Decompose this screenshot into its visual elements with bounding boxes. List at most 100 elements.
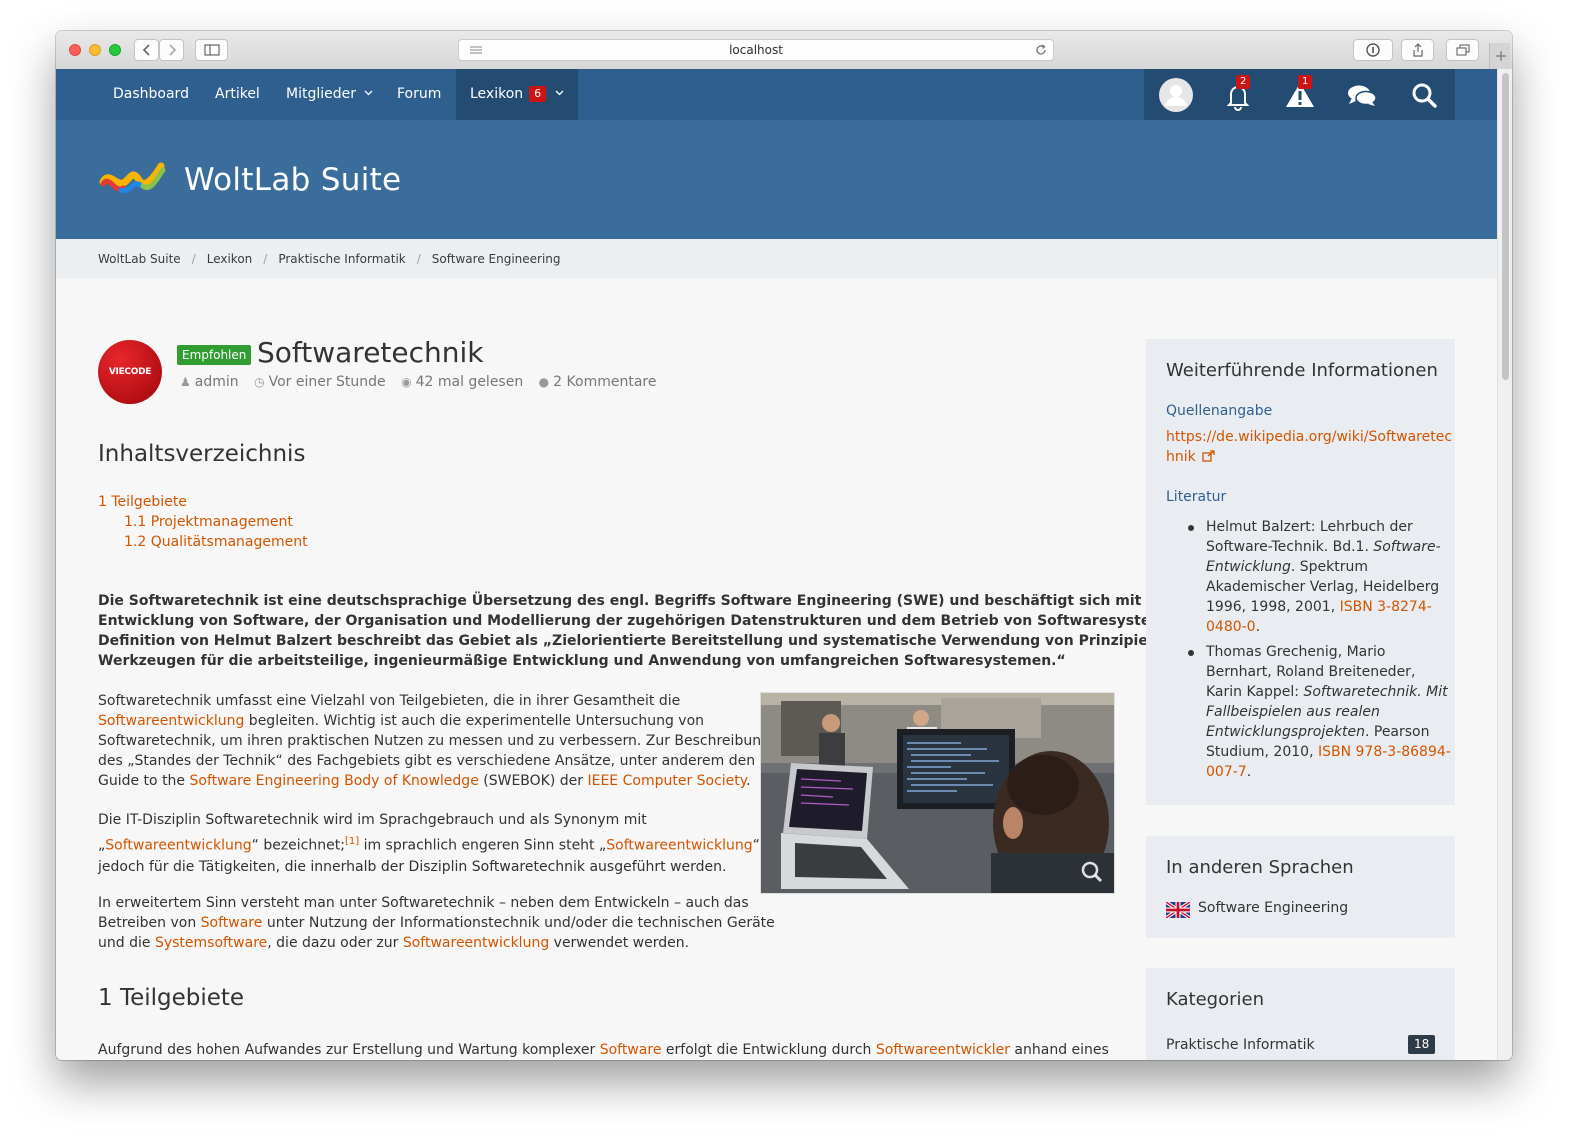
nav-item-forum[interactable]: Forum [397, 69, 441, 120]
article-meta: ♟ admin ◷ Vor einer Stunde ◉ 42 mal gelesen… [180, 374, 667, 390]
sidebar-icon [203, 44, 220, 56]
warnings-count-badge: 1 [1298, 75, 1313, 89]
back-button[interactable] [134, 39, 159, 61]
article-paragraph: Die IT-Disziplin Softwaretechnik wird im… [98, 812, 760, 875]
article-intro: Die Softwaretechnik ist eine deutschspra… [98, 593, 1311, 669]
chevron-right-icon [168, 44, 176, 56]
reader-icon [470, 46, 482, 54]
browser-toolbar: localhost [56, 31, 1512, 70]
author-link[interactable]: admin [195, 374, 239, 390]
chevron-down-icon [555, 90, 564, 96]
isbn-link[interactable]: ISBN 3-8274- [1340, 599, 1432, 615]
main-content: VIECODE Empfohlen Softwaretechnik ♟ admin… [56, 278, 1497, 1060]
address-bar[interactable]: localhost [458, 39, 1054, 61]
forward-button[interactable] [159, 39, 184, 61]
notifications-count-badge: 2 [1236, 75, 1251, 89]
article-paragraph: In erweitertem Sinn versteht man unter S… [98, 895, 775, 951]
breadcrumb-item[interactable]: Praktische Informatik [278, 252, 405, 266]
eye-icon: ◉ [401, 375, 412, 389]
share-button[interactable] [1401, 39, 1434, 61]
office-photo [761, 693, 1114, 893]
category-link[interactable]: Praktische Informatik [1166, 1035, 1315, 1055]
clock-icon: ◷ [254, 375, 265, 389]
language-link[interactable]: Software Engineering [1198, 898, 1348, 918]
breadcrumb-item[interactable]: Software Engineering [432, 252, 561, 266]
woltlab-logo-icon[interactable] [99, 158, 171, 202]
sidebar-languages-box: In anderen Sprachen Software Engineering [1146, 836, 1455, 938]
tabs-button[interactable] [1446, 39, 1479, 61]
search-icon[interactable] [1406, 77, 1442, 113]
isbn-link[interactable]: 007-7 [1206, 764, 1247, 780]
category-count-badge: 18 [1408, 1035, 1436, 1054]
article-link[interactable]: Softwareentwicklung [105, 838, 251, 854]
author-avatar[interactable]: VIECODE [98, 340, 162, 404]
sidebar-categories-box: Kategorien Praktische Informatik 18 [1146, 968, 1455, 1060]
article-time: Vor einer Stunde [268, 374, 386, 390]
reload-icon[interactable] [1035, 44, 1047, 56]
article-link[interactable]: Software Engineering Body of Knowledge [190, 773, 479, 789]
url-text: localhost [729, 43, 783, 57]
toc-link[interactable]: 1 Teilgebiete [98, 494, 187, 510]
user-avatar-icon[interactable] [1158, 77, 1194, 113]
bell-icon[interactable]: 2 [1220, 75, 1256, 113]
external-link-icon [1202, 450, 1215, 462]
info-icon [1366, 43, 1380, 57]
article-link[interactable]: Software [600, 1042, 662, 1058]
browser-window: localhost Dashboard Artikel Mitglieder F… [56, 31, 1512, 1060]
page-title: Softwaretechnik [257, 336, 484, 369]
article-link[interactable]: Systemsoftware [155, 935, 267, 951]
comments-icon: ● [538, 375, 550, 389]
section-title: 1 Teilgebiete [98, 985, 245, 1011]
literature-label: Literatur [1166, 489, 1227, 505]
sidebar-box-title: Kategorien [1166, 989, 1264, 1010]
footnote-ref[interactable]: [1] [345, 836, 359, 847]
list-bullet [1188, 525, 1194, 531]
nav-item-lexikon[interactable]: Lexikon 6 [456, 69, 578, 120]
uk-flag-icon [1166, 902, 1190, 918]
article-link[interactable]: Software [201, 915, 263, 931]
comments-link[interactable]: 2 Kommentare [553, 374, 656, 390]
minimize-window-button[interactable] [89, 44, 101, 56]
chat-icon[interactable] [1344, 77, 1380, 113]
sidebar-toggle-button[interactable] [195, 39, 228, 61]
nav-item-artikel[interactable]: Artikel [215, 69, 260, 120]
tabs-icon [1455, 44, 1470, 56]
user-icon: ♟ [180, 375, 191, 389]
table-of-contents: 1 Teilgebiete 1.1 Projektmanagement 1.2 … [98, 492, 308, 552]
article-link[interactable]: IEEE Computer Society [587, 773, 746, 789]
breadcrumb-item[interactable]: WoltLab Suite [98, 252, 181, 266]
article-link[interactable]: Softwareentwicklung [403, 935, 549, 951]
main-navigation: Dashboard Artikel Mitglieder Forum Lexik… [56, 69, 1497, 120]
sidebar-info-box: Weiterführende Informationen Quellenanga… [1146, 339, 1455, 805]
page-scrollbar[interactable] [1497, 69, 1512, 1060]
nav-item-mitglieder[interactable]: Mitglieder [286, 69, 373, 120]
article-link[interactable]: Softwareentwicklung [606, 838, 752, 854]
share-icon [1412, 43, 1423, 57]
isbn-link[interactable]: ISBN 978-3-86894- [1318, 744, 1451, 760]
isbn-link[interactable]: 0480-0 [1206, 619, 1256, 635]
zoom-window-button[interactable] [109, 44, 121, 56]
article-link[interactable]: Softwareentwickler [876, 1042, 1010, 1058]
article-image[interactable] [760, 692, 1115, 894]
sidebar-box-title: In anderen Sprachen [1166, 857, 1354, 878]
new-tab-button[interactable] [1489, 43, 1510, 69]
toc-link[interactable]: 1.2 Qualitätsmanagement [124, 534, 308, 550]
site-logo-text[interactable]: WoltLab Suite [184, 162, 401, 198]
scrollbar-thumb[interactable] [1502, 73, 1509, 380]
plus-icon [1496, 51, 1506, 61]
sidebar-box-title: Weiterführende Informationen [1166, 360, 1438, 381]
toc-link[interactable]: 1.1 Projektmanagement [124, 514, 293, 530]
warning-icon[interactable]: 1 [1282, 75, 1318, 113]
privacy-button[interactable] [1353, 39, 1393, 61]
source-link[interactable]: https://de.wikipedia.org/wiki/Softwarete… [1166, 427, 1452, 467]
chevron-left-icon [142, 44, 150, 56]
featured-badge: Empfohlen [177, 345, 252, 365]
close-window-button[interactable] [69, 44, 81, 56]
nav-item-mitglieder-label: Mitglieder [286, 86, 356, 102]
literature-item: Helmut Balzert: Lehrbuch der Software-Te… [1206, 519, 1441, 635]
view-count: 42 mal gelesen [415, 374, 524, 390]
breadcrumb: WoltLab Suite / Lexikon / Praktische Informa… [56, 239, 1497, 278]
article-link[interactable]: Softwareentwicklung [98, 713, 244, 729]
nav-item-dashboard[interactable]: Dashboard [113, 69, 189, 120]
breadcrumb-item[interactable]: Lexikon [207, 252, 253, 266]
